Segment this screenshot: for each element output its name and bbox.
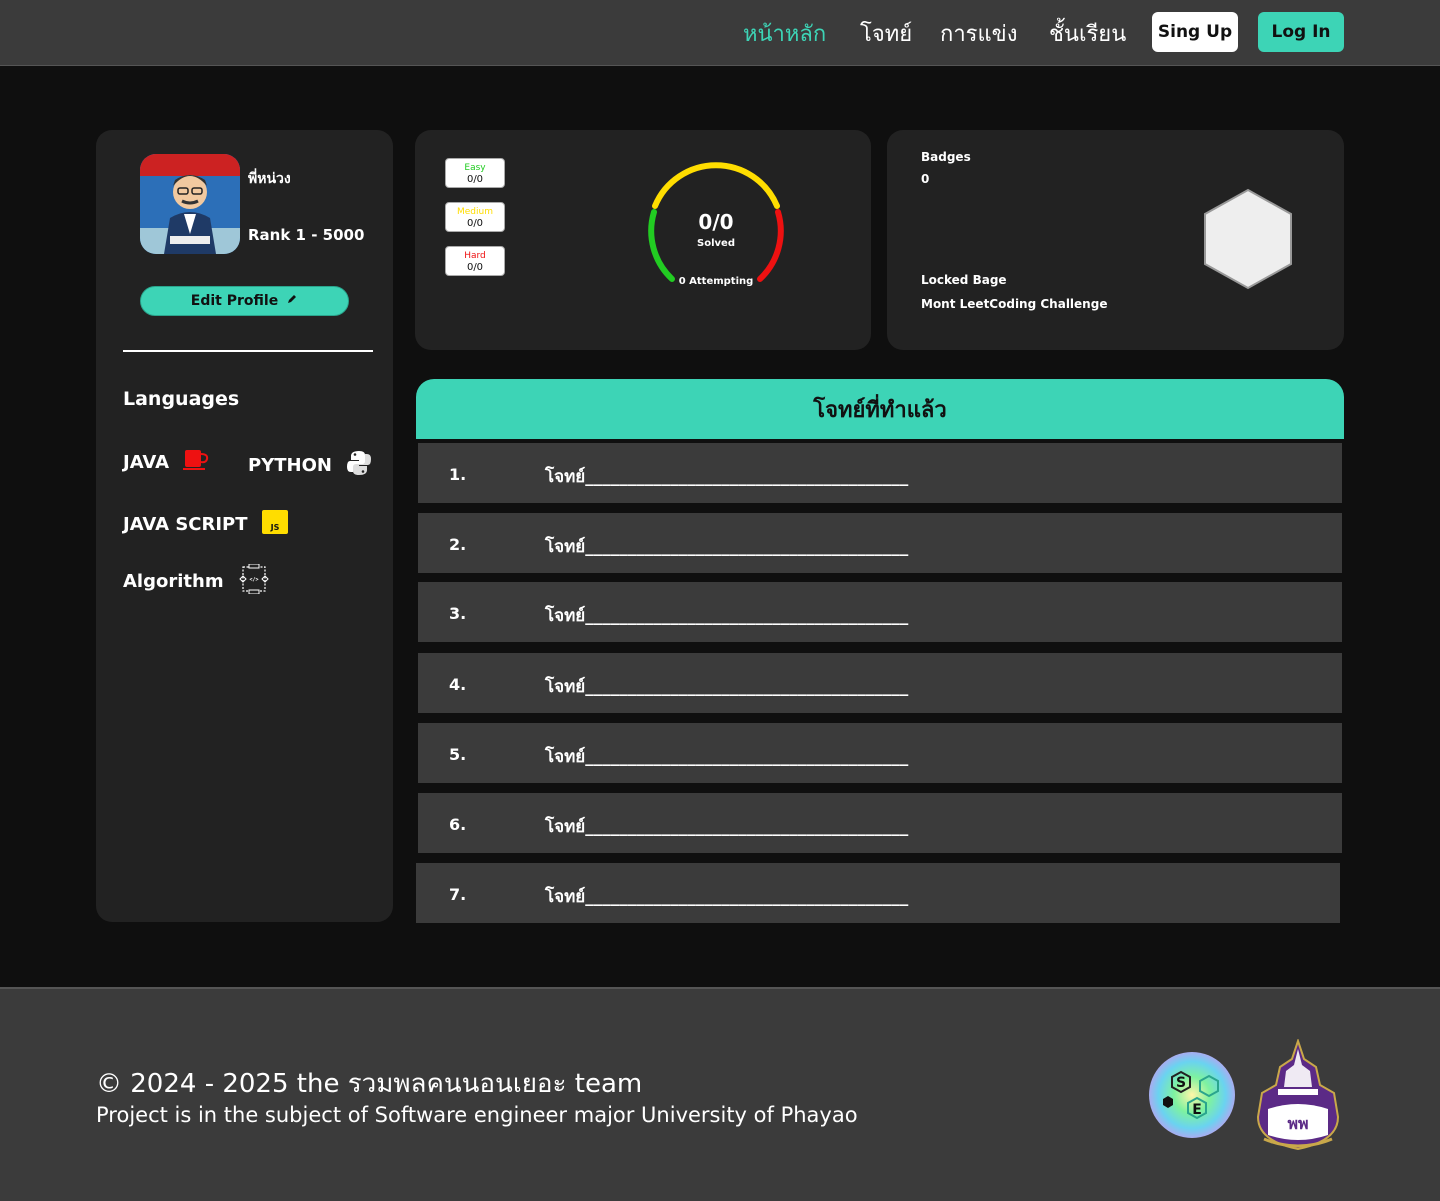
medium-value: 0/0 bbox=[466, 218, 484, 229]
nav-home[interactable]: หน้าหลัก bbox=[743, 16, 826, 51]
problem-row[interactable]: 1. โจทย์________________________________… bbox=[418, 443, 1342, 503]
problem-number: 4. bbox=[449, 675, 467, 694]
username: พี่หน่วง bbox=[248, 171, 291, 187]
problem-row[interactable]: 4. โจทย์________________________________… bbox=[418, 653, 1342, 713]
problem-row[interactable]: 2. โจทย์________________________________… bbox=[418, 513, 1342, 573]
locked-badge-hexagon-icon[interactable] bbox=[1203, 188, 1293, 290]
signup-button[interactable]: Sing Up bbox=[1152, 12, 1238, 52]
solved-problems-header: โจทย์ที่ทำแล้ว bbox=[416, 379, 1344, 439]
medium-box: Medium 0/0 bbox=[445, 202, 505, 232]
problem-row[interactable]: 5. โจทย์________________________________… bbox=[418, 723, 1342, 783]
pencil-icon bbox=[286, 293, 298, 309]
python-icon bbox=[346, 450, 372, 481]
problem-title: โจทย์___________________________________… bbox=[545, 537, 909, 557]
footer: © 2024 - 2025 the รวมพลคนนอนเยอะ team Pr… bbox=[0, 987, 1440, 1201]
rank-text: Rank 1 - 5000 bbox=[248, 226, 365, 244]
problem-title: โจทย์___________________________________… bbox=[545, 677, 909, 697]
edit-profile-button[interactable]: Edit Profile bbox=[140, 286, 349, 316]
language-javascript-label: JAVA SCRIPT bbox=[123, 514, 248, 535]
top-nav-bar: หน้าหลัก โจทย์ การแข่ง ชั้นเรียน Sing Up… bbox=[0, 0, 1440, 66]
languages-title: Languages bbox=[123, 388, 240, 410]
language-algorithm-label: Algorithm bbox=[123, 571, 224, 592]
svg-text:E: E bbox=[1192, 1102, 1202, 1118]
nav-problems[interactable]: โจทย์ bbox=[860, 16, 912, 51]
edit-profile-label: Edit Profile bbox=[190, 293, 279, 309]
svg-text:S: S bbox=[1176, 1075, 1186, 1091]
problem-title: โจทย์___________________________________… bbox=[545, 817, 909, 837]
progress-gauge: 0/0 Solved 0 Attempting bbox=[643, 154, 789, 294]
problem-title: โจทย์___________________________________… bbox=[545, 606, 909, 626]
solved-label: Solved bbox=[697, 238, 735, 249]
easy-value: 0/0 bbox=[466, 174, 484, 185]
software-engineering-logo: S E bbox=[1149, 1052, 1235, 1138]
java-cup-icon bbox=[183, 448, 211, 477]
stats-card: Easy 0/0 Medium 0/0 Hard 0/0 0/0 Solved … bbox=[415, 130, 871, 350]
avatar bbox=[140, 154, 240, 254]
language-java[interactable]: JAVA bbox=[123, 448, 211, 477]
problem-number: 2. bbox=[449, 535, 467, 554]
language-algorithm[interactable]: Algorithm </> bbox=[123, 563, 270, 599]
locked-badge-name: Mont LeetCoding Challenge bbox=[921, 297, 1108, 311]
svg-text:JS: JS bbox=[269, 523, 279, 532]
problem-number: 6. bbox=[449, 815, 467, 834]
hard-box: Hard 0/0 bbox=[445, 246, 505, 276]
easy-box: Easy 0/0 bbox=[445, 158, 505, 188]
easy-label: Easy bbox=[464, 163, 486, 173]
problem-number: 1. bbox=[449, 465, 467, 484]
algorithm-icon: </> bbox=[238, 563, 270, 599]
profile-card: พี่หน่วง Rank 1 - 5000 Edit Profile Lang… bbox=[96, 130, 393, 922]
badges-title: Badges bbox=[921, 150, 971, 164]
svg-text:</>: </> bbox=[249, 577, 258, 583]
language-python[interactable]: PYTHON bbox=[248, 450, 372, 481]
problem-row[interactable]: 7. โจทย์________________________________… bbox=[416, 863, 1340, 923]
problem-title: โจทย์___________________________________… bbox=[545, 467, 909, 487]
problem-row[interactable]: 3. โจทย์________________________________… bbox=[418, 582, 1342, 642]
project-text: Project is in the subject of Software en… bbox=[96, 1103, 858, 1127]
university-of-phayao-logo: พพ bbox=[1254, 1037, 1342, 1151]
problem-title: โจทย์___________________________________… bbox=[545, 747, 909, 767]
problem-number: 5. bbox=[449, 745, 467, 764]
problem-row[interactable]: 6. โจทย์________________________________… bbox=[418, 793, 1342, 853]
svg-text:พพ: พพ bbox=[1287, 1114, 1308, 1133]
locked-badge-title: Locked Bage bbox=[921, 273, 1007, 287]
attempting-text: 0 Attempting bbox=[678, 276, 754, 287]
badges-count: 0 bbox=[921, 172, 930, 186]
nav-contest[interactable]: การแข่ง bbox=[940, 16, 1017, 51]
problem-number: 3. bbox=[449, 604, 467, 623]
solved-count: 0/0 bbox=[698, 210, 734, 234]
language-java-label: JAVA bbox=[123, 452, 170, 473]
language-javascript[interactable]: JAVA SCRIPT JS bbox=[123, 510, 288, 539]
profile-divider bbox=[123, 350, 373, 352]
language-python-label: PYTHON bbox=[248, 455, 332, 476]
copyright-text: © 2024 - 2025 the รวมพลคนนอนเยอะ team bbox=[96, 1069, 643, 1099]
hard-value: 0/0 bbox=[466, 262, 484, 273]
problem-number: 7. bbox=[449, 885, 467, 904]
problem-title: โจทย์___________________________________… bbox=[545, 887, 909, 907]
javascript-icon: JS bbox=[261, 510, 288, 539]
login-button[interactable]: Log In bbox=[1258, 12, 1344, 52]
badges-card: Badges 0 Locked Bage Mont LeetCoding Cha… bbox=[887, 130, 1344, 350]
medium-label: Medium bbox=[457, 207, 493, 217]
nav-classroom[interactable]: ชั้นเรียน bbox=[1049, 16, 1126, 51]
hard-label: Hard bbox=[464, 251, 486, 261]
